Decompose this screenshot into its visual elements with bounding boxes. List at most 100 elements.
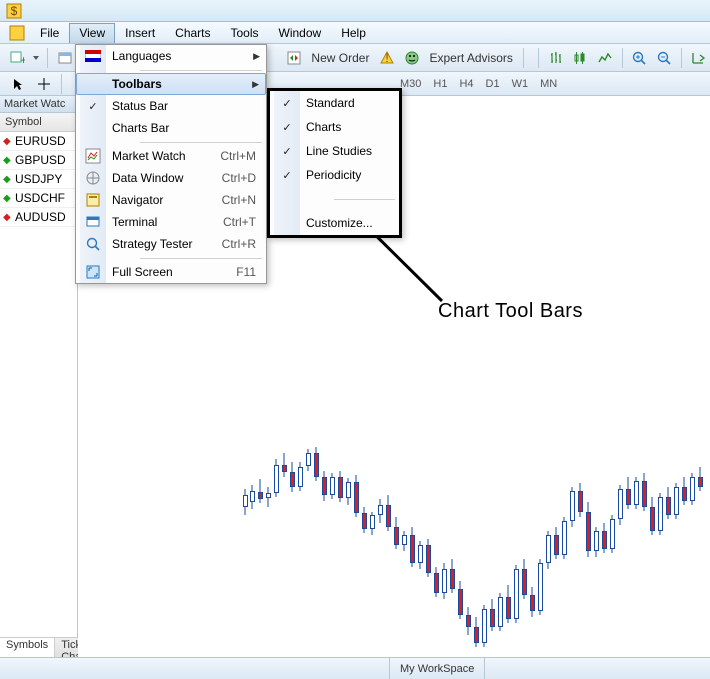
menu-terminal[interactable]: Terminal Ctrl+T	[76, 211, 266, 233]
period-h1[interactable]: H1	[428, 75, 452, 93]
menu-view[interactable]: View	[69, 23, 115, 43]
separator	[47, 48, 48, 68]
menu-navigator[interactable]: Navigator Ctrl+N	[76, 189, 266, 211]
expert-advisors-label[interactable]: Expert Advisors	[425, 51, 518, 65]
menu-full-screen-label: Full Screen	[112, 265, 236, 279]
cursor-icon[interactable]	[6, 75, 30, 93]
menu-tools[interactable]: Tools	[221, 23, 269, 43]
submenu-arrow-icon: ▶	[252, 79, 259, 90]
bar-chart-icon[interactable]	[545, 47, 567, 69]
up-arrow-icon: ◆	[3, 193, 13, 204]
submenu-standard-label: Standard	[306, 96, 395, 110]
menu-data-window[interactable]: Data Window Ctrl+D	[76, 167, 266, 189]
flag-icon	[80, 45, 106, 67]
market-watch-title: Market Watc	[0, 96, 77, 113]
separator	[523, 48, 524, 68]
status-bar: My WorkSpace	[0, 657, 710, 679]
market-watch-panel: Market Watc Symbol ◆EURUSD◆GBPUSD◆USDJPY…	[0, 96, 78, 657]
menu-charts-bar[interactable]: Charts Bar	[76, 117, 266, 139]
svg-text:+: +	[20, 53, 25, 66]
shortcut: Ctrl+R	[222, 237, 262, 251]
blank-icon	[80, 74, 106, 94]
menu-market-watch[interactable]: Market Watch Ctrl+M	[76, 145, 266, 167]
market-watch-row[interactable]: ◆GBPUSD	[0, 151, 77, 170]
submenu-arrow-icon: ▶	[253, 51, 260, 62]
menu-insert[interactable]: Insert	[115, 23, 165, 43]
tab-symbols[interactable]: Symbols	[0, 638, 55, 657]
menu-full-screen[interactable]: Full Screen F11	[76, 261, 266, 283]
symbol-label: EURUSD	[15, 134, 66, 148]
svg-text:$: $	[11, 4, 18, 18]
down-arrow-icon: ◆	[3, 212, 13, 223]
shortcut: Ctrl+M	[220, 149, 262, 163]
symbol-label: USDJPY	[15, 172, 62, 186]
new-order-icon[interactable]	[283, 47, 305, 69]
full-screen-icon	[80, 261, 106, 283]
menu-window[interactable]: Window	[269, 23, 332, 43]
strategy-tester-icon	[80, 233, 106, 255]
menu-terminal-label: Terminal	[112, 215, 223, 229]
menu-help[interactable]: Help	[331, 23, 376, 43]
submenu-periodicity[interactable]: ✓ Periodicity	[270, 163, 399, 187]
app-icon: $	[6, 3, 22, 19]
expert-advisors-icon[interactable]	[401, 47, 423, 69]
menu-languages[interactable]: Languages ▶	[76, 45, 266, 67]
menu-data-window-label: Data Window	[112, 171, 222, 185]
new-chart-button[interactable]: +	[6, 47, 28, 69]
symbol-label: USDCHF	[15, 191, 65, 205]
new-chart-dropdown[interactable]	[31, 47, 42, 69]
menu-toolbars[interactable]: Toolbars ▶	[76, 73, 266, 95]
navigator-icon	[80, 189, 106, 211]
view-dropdown: Languages ▶ Toolbars ▶ ✓ Status Bar Char…	[75, 44, 267, 284]
blank-icon	[80, 117, 106, 139]
data-window-icon	[80, 167, 106, 189]
period-h4[interactable]: H4	[454, 75, 478, 93]
submenu-customize-label: Customize...	[306, 216, 395, 230]
zoom-in-icon[interactable]	[629, 47, 651, 69]
market-watch-tabs: Symbols Tick Chart	[0, 637, 77, 657]
check-icon: ✓	[274, 115, 300, 139]
shortcut: Ctrl+N	[222, 193, 262, 207]
market-watch-header[interactable]: Symbol	[0, 113, 77, 132]
menu-strategy-tester-label: Strategy Tester	[112, 237, 222, 251]
submenu-charts-label: Charts	[306, 120, 395, 134]
status-workspace[interactable]: My WorkSpace	[390, 658, 485, 679]
market-watch-row[interactable]: ◆USDCHF	[0, 189, 77, 208]
period-d1[interactable]: D1	[481, 75, 505, 93]
auto-scroll-icon[interactable]	[688, 47, 710, 69]
new-order-label[interactable]: New Order	[306, 51, 374, 65]
submenu-charts[interactable]: ✓ Charts	[270, 115, 399, 139]
line-chart-icon[interactable]	[594, 47, 616, 69]
zoom-out-icon[interactable]	[653, 47, 675, 69]
shortcut: Ctrl+D	[222, 171, 262, 185]
period-w1[interactable]: W1	[507, 75, 534, 93]
menu-file[interactable]: File	[30, 23, 69, 43]
menu-strategy-tester[interactable]: Strategy Tester Ctrl+R	[76, 233, 266, 255]
menubar-app-icon	[8, 24, 26, 42]
menu-status-bar[interactable]: ✓ Status Bar	[76, 95, 266, 117]
profile-button[interactable]	[54, 47, 76, 69]
menu-status-bar-label: Status Bar	[112, 99, 262, 113]
menu-charts[interactable]: Charts	[165, 23, 220, 43]
alert-icon[interactable]: !	[376, 47, 398, 69]
up-arrow-icon: ◆	[3, 174, 13, 185]
svg-text:!: !	[386, 51, 389, 65]
market-watch-row[interactable]: ◆USDJPY	[0, 170, 77, 189]
submenu-standard[interactable]: ✓ Standard	[270, 91, 399, 115]
menu-languages-label: Languages	[112, 49, 262, 63]
submenu-line-studies[interactable]: ✓ Line Studies	[270, 139, 399, 163]
market-watch-icon	[80, 145, 106, 167]
candle-chart-icon[interactable]	[570, 47, 592, 69]
period-mn[interactable]: MN	[535, 75, 562, 93]
menu-bar: File View Insert Charts Tools Window Hel…	[0, 22, 710, 44]
market-watch-row[interactable]: ◆EURUSD	[0, 132, 77, 151]
market-watch-row[interactable]: ◆AUDUSD	[0, 208, 77, 227]
crosshair-icon[interactable]	[32, 75, 56, 93]
menu-toolbars-label: Toolbars	[112, 77, 262, 91]
status-cell-blank	[0, 658, 390, 679]
symbol-label: GBPUSD	[15, 153, 66, 167]
check-icon: ✓	[274, 163, 300, 187]
submenu-customize[interactable]: Customize...	[270, 211, 399, 235]
down-arrow-icon: ◆	[3, 136, 13, 147]
separator	[622, 48, 623, 68]
